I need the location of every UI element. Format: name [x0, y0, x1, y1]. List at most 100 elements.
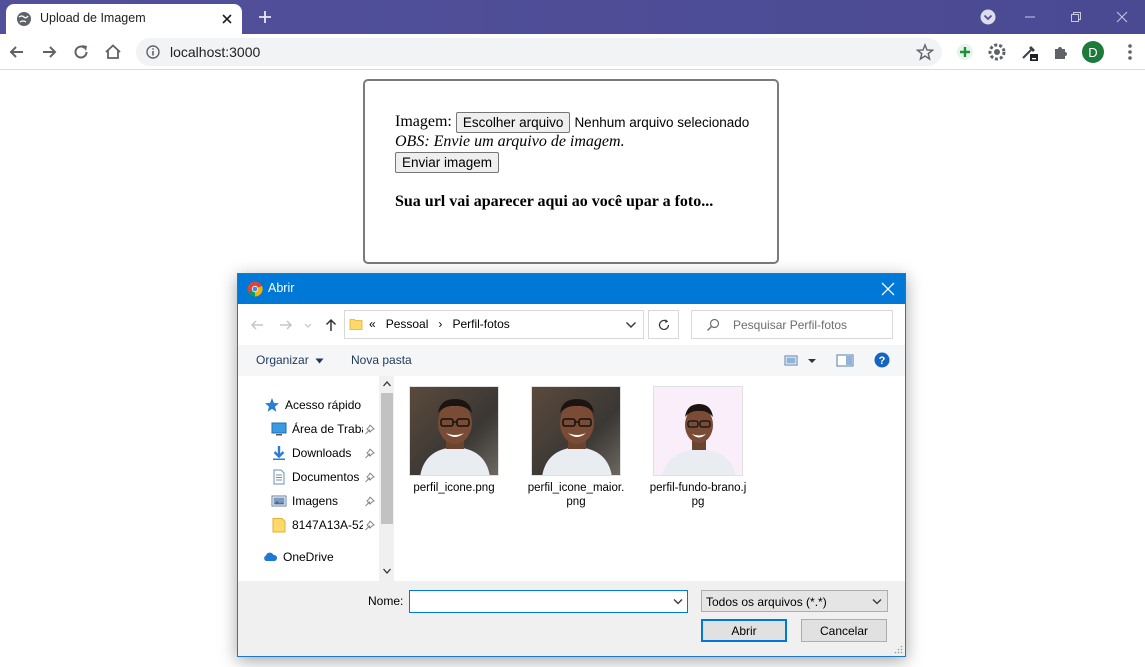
- browser-tab[interactable]: Upload de Imagem: [6, 4, 242, 34]
- view-options-icon[interactable]: [784, 352, 802, 368]
- restore-button[interactable]: [1053, 0, 1099, 34]
- preview-pane-icon[interactable]: [836, 352, 854, 368]
- desktop-icon: [271, 422, 287, 436]
- breadcrumb-item-perfil-fotos[interactable]: Perfil-fotos: [452, 317, 509, 331]
- choose-file-button[interactable]: Escolher arquivo: [455, 111, 571, 133]
- file-thumbnail: [653, 386, 743, 476]
- back-icon[interactable]: [7, 42, 27, 62]
- search-placeholder: Pesquisar Perfil-fotos: [733, 318, 848, 332]
- open-button[interactable]: Abrir: [701, 619, 787, 642]
- dialog-navbar: « Pessoal › Perfil-fotos Pesquisar Perfi…: [238, 304, 905, 345]
- svg-text:?: ?: [879, 355, 886, 367]
- portrait-image: [654, 387, 742, 475]
- caret-down-icon: [315, 358, 324, 364]
- extension-plus-icon[interactable]: [955, 42, 975, 62]
- filename-label: Nome:: [368, 594, 404, 608]
- chevron-down-icon[interactable]: [673, 598, 683, 606]
- dialog-footer: Nome: Todos os arquivos (*.*) Abrir Canc…: [238, 581, 905, 656]
- filetype-select[interactable]: Todos os arquivos (*.*): [701, 590, 888, 612]
- menu-kebab-icon[interactable]: [1120, 42, 1140, 62]
- close-window-button[interactable]: [1099, 0, 1145, 34]
- file-list: perfil_icone.png perfil_icone_maior.png: [396, 376, 905, 581]
- new-tab-icon[interactable]: [256, 8, 274, 26]
- bookmark-star-icon[interactable]: [916, 43, 934, 61]
- dialog-forward-icon[interactable]: [278, 317, 294, 333]
- up-folder-icon[interactable]: [323, 317, 339, 333]
- file-item[interactable]: perfil_icone.png: [395, 386, 513, 495]
- restore-icon: [1071, 12, 1081, 22]
- dialog-back-icon[interactable]: [249, 317, 265, 333]
- file-item[interactable]: perfil-fundo-brano.jpg: [639, 386, 757, 509]
- breadcrumb-item-pessoal[interactable]: Pessoal: [386, 317, 429, 331]
- recent-locations-icon[interactable]: [303, 317, 313, 333]
- tree-item-onedrive[interactable]: OneDrive: [262, 547, 334, 567]
- organize-menu[interactable]: Organizar: [256, 353, 324, 367]
- organize-label: Organizar: [256, 353, 309, 367]
- star-icon: [265, 398, 279, 412]
- send-image-button[interactable]: Enviar imagem: [395, 152, 500, 173]
- forward-icon[interactable]: [39, 42, 59, 62]
- filename-input[interactable]: [409, 590, 688, 613]
- refresh-icon: [658, 318, 669, 330]
- file-item[interactable]: perfil_icone_maior.png: [517, 386, 635, 509]
- upload-card: Imagem: Escolher arquivo Nenhum arquivo …: [363, 79, 779, 264]
- dialog-close-icon[interactable]: [881, 282, 895, 296]
- address-bar[interactable]: localhost:3000: [136, 38, 942, 66]
- cancel-button[interactable]: Cancelar: [801, 619, 887, 642]
- minimize-button[interactable]: [1007, 0, 1053, 34]
- tree-item-folder[interactable]: 8147A13A-52: [271, 515, 363, 535]
- dialog-address-bar[interactable]: « Pessoal › Perfil-fotos: [344, 310, 644, 339]
- home-icon[interactable]: [103, 42, 123, 62]
- chrome-icon: [247, 281, 263, 297]
- view-dropdown-icon[interactable]: [806, 352, 818, 368]
- extension-gear-icon[interactable]: [987, 42, 1007, 62]
- resize-grip-icon[interactable]: [893, 644, 903, 654]
- file-status-text: Nenhum arquivo selecionado: [574, 114, 750, 130]
- new-folder-button[interactable]: Nova pasta: [351, 353, 412, 367]
- upload-form: Imagem: Escolher arquivo Nenhum arquivo …: [395, 111, 775, 211]
- folder-icon: [272, 518, 286, 533]
- obs-note: OBS: Envie um arquivo de imagem.: [395, 133, 625, 150]
- pin-icon: [365, 496, 375, 507]
- tree-label: Imagens: [292, 494, 339, 508]
- extension-eyedropper-icon[interactable]: [1019, 42, 1039, 62]
- breadcrumb-overflow[interactable]: «: [369, 317, 376, 331]
- nav-scrollbar[interactable]: [379, 376, 394, 581]
- tree-label: 8147A13A-52: [292, 518, 363, 532]
- search-icon: [707, 318, 720, 331]
- image-label: Imagem:: [395, 113, 452, 130]
- tree-item-pictures[interactable]: Imagens: [271, 491, 363, 511]
- cloud-icon: [264, 552, 278, 561]
- scroll-down-icon[interactable]: [382, 566, 392, 576]
- navigation-pane: Acesso rápido Área de Trabalho Downloads…: [238, 376, 394, 581]
- file-name: perfil-fundo-brano.jpg: [649, 482, 747, 508]
- tree-item-quick-access[interactable]: Acesso rápido: [264, 395, 361, 415]
- close-tab-icon[interactable]: [220, 12, 234, 26]
- dialog-titlebar: Abrir: [238, 274, 905, 304]
- tree-label: Documentos: [292, 470, 360, 484]
- portrait-image: [410, 387, 498, 475]
- tree-item-documents[interactable]: Documentos: [271, 467, 363, 487]
- dialog-search-box[interactable]: Pesquisar Perfil-fotos: [691, 310, 893, 339]
- tree-label: Downloads: [292, 446, 352, 460]
- reload-icon[interactable]: [71, 42, 91, 62]
- portrait-image: [532, 387, 620, 475]
- image-row: Imagem: Escolher arquivo Nenhum arquivo …: [395, 111, 775, 133]
- dialog-refresh-button[interactable]: [648, 310, 679, 339]
- tree-label: OneDrive: [283, 550, 334, 564]
- extensions-puzzle-icon[interactable]: [1051, 42, 1071, 62]
- profile-avatar[interactable]: D: [1082, 41, 1104, 63]
- help-icon[interactable]: ?: [873, 352, 891, 368]
- chevron-down-icon: [872, 599, 882, 605]
- scrollbar-thumb[interactable]: [381, 393, 393, 524]
- tree-item-desktop[interactable]: Área de Trabalho: [271, 419, 363, 439]
- scroll-up-icon[interactable]: [382, 379, 392, 389]
- tab-search-icon[interactable]: [980, 9, 996, 25]
- tree-item-downloads[interactable]: Downloads: [271, 443, 363, 463]
- open-file-dialog: Abrir « Pessoal › Perfil-fotos Pesquisar…: [237, 273, 906, 657]
- chevron-down-icon[interactable]: [625, 320, 637, 330]
- info-icon[interactable]: [146, 45, 160, 59]
- tree-label: Acesso rápido: [285, 398, 362, 412]
- pictures-icon: [271, 495, 287, 507]
- globe-icon: [17, 12, 31, 26]
